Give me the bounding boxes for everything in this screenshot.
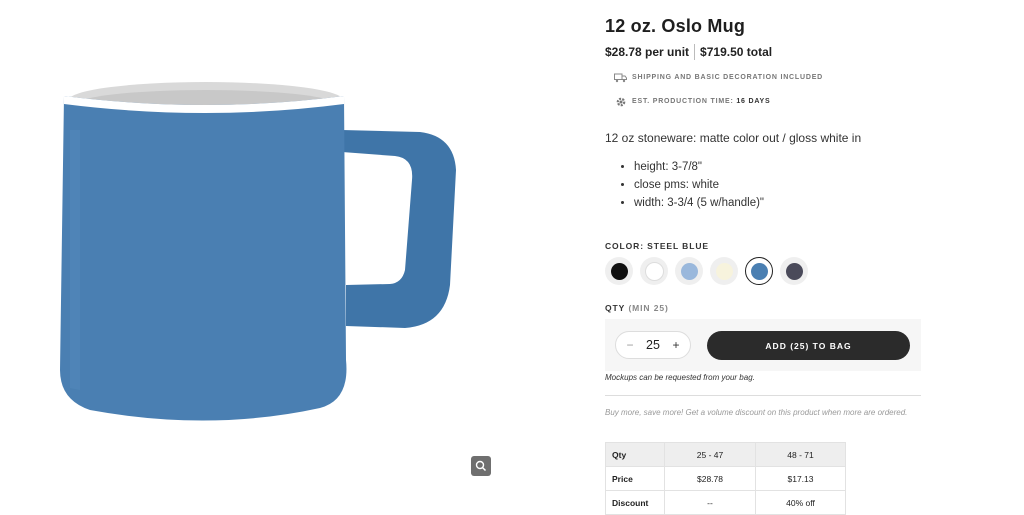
- spec-pms: close pms: white: [634, 176, 764, 194]
- color-label: COLOR: STEEL BLUE: [605, 241, 709, 251]
- shipping-feature: SHIPPING AND BASIC DECORATION INCLUDED: [614, 72, 823, 83]
- section-divider: [605, 395, 921, 396]
- table-cell: Qty: [605, 442, 665, 467]
- swatch-dot: [785, 262, 803, 280]
- table-cell: Price: [605, 466, 665, 491]
- volume-price-table: Qty 25 - 47 48 - 71 Price $28.78 $17.13 …: [605, 442, 846, 515]
- swatch-black[interactable]: [605, 257, 633, 285]
- table-row: Qty 25 - 47 48 - 71: [605, 442, 846, 467]
- table-cell: Discount: [605, 490, 665, 515]
- swatch-steel-blue[interactable]: [745, 257, 773, 285]
- price-divider: [694, 44, 696, 60]
- quantity-value[interactable]: 25: [646, 338, 660, 352]
- table-cell: 48 - 71: [755, 442, 846, 467]
- production-time-label: EST. PRODUCTION TIME:: [632, 98, 734, 105]
- table-cell: 25 - 47: [664, 442, 756, 467]
- gear-icon: [614, 96, 627, 107]
- mockups-note: Mockups can be requested from your bag.: [605, 373, 755, 382]
- qty-min-label: (MIN 25): [628, 303, 669, 313]
- product-details: 12 oz. Oslo Mug $28.78 per unit $719.50 …: [605, 0, 925, 515]
- price-summary: $28.78 per unit $719.50 total: [605, 44, 772, 60]
- swatch-charcoal[interactable]: [780, 257, 808, 285]
- add-to-bag-panel: − 25 + ADD (25) TO BAG: [605, 319, 921, 371]
- product-image-area: [0, 0, 580, 513]
- product-title: 12 oz. Oslo Mug: [605, 16, 746, 36]
- unit-price: $28.78 per unit: [605, 45, 690, 59]
- swatch-dot: [610, 262, 628, 280]
- decrement-button[interactable]: −: [623, 338, 637, 352]
- shipping-text: SHIPPING AND BASIC DECORATION INCLUDED: [632, 74, 824, 81]
- zoom-button[interactable]: [471, 456, 491, 476]
- table-cell: $28.78: [664, 466, 756, 491]
- spec-height: height: 3-7/8": [634, 158, 764, 176]
- color-swatches: [605, 257, 808, 285]
- product-description: 12 oz stoneware: matte color out / gloss…: [605, 131, 862, 145]
- swatch-dot: [680, 262, 698, 280]
- table-cell: 40% off: [755, 490, 846, 515]
- swatch-dot: [750, 262, 768, 280]
- total-price: $719.50 total: [700, 45, 773, 59]
- truck-icon: [614, 72, 627, 83]
- swatch-dot: [644, 261, 664, 281]
- spec-list: height: 3-7/8" close pms: white width: 3…: [617, 158, 764, 212]
- table-row: Discount -- 40% off: [605, 490, 846, 515]
- increment-button[interactable]: +: [669, 338, 683, 352]
- swatch-white[interactable]: [640, 257, 668, 285]
- qty-label-text: QTY: [605, 303, 626, 313]
- production-time-value: 16 DAYS: [736, 98, 771, 105]
- qty-label: QTY (MIN 25): [605, 303, 669, 313]
- table-cell: --: [664, 490, 756, 515]
- swatch-cream[interactable]: [710, 257, 738, 285]
- volume-discount-promo: Buy more, save more! Get a volume discou…: [605, 408, 908, 417]
- spec-width: width: 3-3/4 (5 w/handle)": [634, 194, 764, 212]
- table-cell: $17.13: [755, 466, 846, 491]
- swatch-light-blue[interactable]: [675, 257, 703, 285]
- product-image-mug: [60, 82, 456, 421]
- production-time-feature: EST. PRODUCTION TIME: 16 DAYS: [614, 96, 770, 107]
- quantity-stepper: − 25 +: [615, 331, 691, 359]
- magnifier-icon: [475, 460, 487, 472]
- table-row: Price $28.78 $17.13: [605, 466, 846, 491]
- add-to-bag-button[interactable]: ADD (25) TO BAG: [707, 331, 910, 360]
- swatch-dot: [715, 262, 733, 280]
